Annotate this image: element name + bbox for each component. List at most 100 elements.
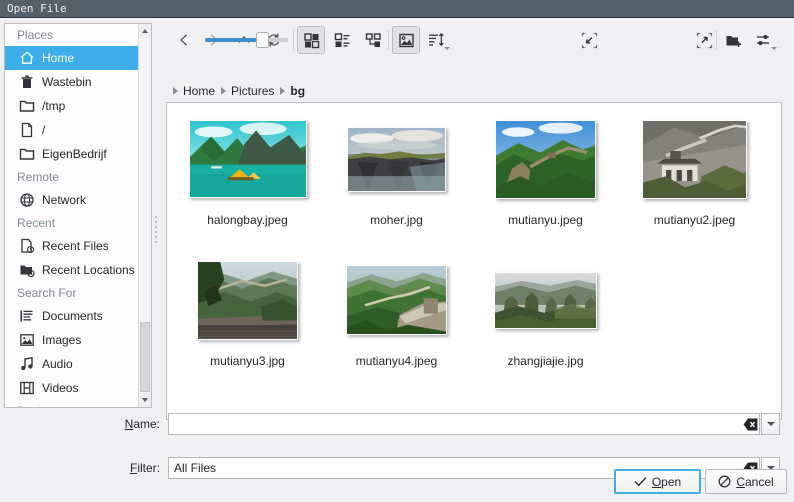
file-thumbnail (197, 260, 298, 340)
file-item[interactable]: mutianyu2.jpeg (620, 111, 769, 252)
panel-splitter-handle[interactable] (154, 213, 158, 247)
sidebar-group-label: Devices (5, 400, 139, 407)
new-folder-icon (726, 35, 742, 47)
file-thumbnail-wrap (642, 111, 747, 207)
dialog-body: Places Home Wastebin/tmp / EigenBedrijf Remot… (0, 18, 794, 502)
options-icon (757, 34, 769, 45)
file-item[interactable]: mutianyu3.jpg (173, 252, 322, 393)
video-icon (19, 380, 35, 396)
sidebar-item-[interactable]: / (5, 118, 139, 142)
file-thumbnail-wrap (346, 252, 447, 348)
trash-icon (19, 74, 35, 90)
title-bar: Open File (0, 0, 794, 18)
file-thumbnail (347, 126, 446, 192)
file-thumbnail (494, 271, 597, 329)
file-item[interactable]: moher.jpg (322, 111, 471, 252)
sidebar-group-label: Recent (17, 216, 56, 230)
name-label-row: Name: (100, 413, 160, 435)
file-browser-view[interactable]: halongbay.jpeg moher.jpg mutianyu.jpeg m… (166, 102, 782, 420)
scrollbar-thumb[interactable] (140, 322, 150, 392)
icons-view-button[interactable] (297, 26, 325, 54)
sidebar-item-network[interactable]: Network (5, 188, 139, 212)
sidebar-item-documents[interactable]: Documents (5, 304, 139, 328)
zoom-slider[interactable] (205, 32, 288, 48)
preview-button[interactable] (392, 26, 420, 54)
sidebar-item-label: Wastebin (42, 75, 92, 89)
filter-label-row: Filter: (100, 457, 160, 479)
zoom-out-button[interactable] (575, 26, 603, 54)
breadcrumb-item-pictures[interactable]: Pictures (230, 84, 275, 98)
check-icon (634, 476, 647, 487)
folder-icon (19, 98, 35, 114)
sidebar-item-label: Recent Files (42, 239, 109, 253)
file-name-label: moher.jpg (370, 213, 423, 227)
file-thumbnail (642, 119, 747, 199)
sidebar-item-recent-files[interactable]: Recent Files (5, 234, 139, 258)
breadcrumb-item-bg[interactable]: bg (289, 84, 306, 98)
sidebar-item-label: Recent Locations (42, 263, 135, 277)
audio-icon (19, 356, 35, 372)
sidebar-item-recent-locations[interactable]: Recent Locations (5, 258, 139, 282)
file-name-label: zhangjiajie.jpg (507, 354, 584, 368)
scroll-up-arrow-icon[interactable] (139, 24, 151, 38)
clear-icon (743, 418, 757, 430)
compact-view-button[interactable] (328, 26, 356, 54)
sort-dropdown-arrow-icon[interactable] (444, 47, 450, 50)
sidebar-item-label: Documents (42, 309, 103, 323)
sidebar-item-audio[interactable]: Audio (5, 352, 139, 376)
file-thumbnail (495, 119, 596, 199)
name-input[interactable] (168, 413, 760, 435)
file-thumbnail-wrap (494, 252, 597, 348)
sidebar-group-label: Places (17, 28, 54, 42)
scroll-down-arrow-icon[interactable] (139, 393, 151, 407)
file-thumbnail-wrap (347, 111, 446, 207)
name-clear-button[interactable] (741, 414, 759, 434)
zoom-out-icon (581, 32, 597, 48)
sidebar-scrollbar[interactable] (138, 24, 151, 407)
file-thumbnail-wrap (197, 252, 298, 348)
zoom-slider-handle[interactable] (256, 32, 269, 48)
filter-label: Filter: (129, 461, 160, 475)
sidebar-item-label: /tmp (42, 99, 66, 113)
file-grid: halongbay.jpeg moher.jpg mutianyu.jpeg m… (167, 103, 781, 393)
document-icon (19, 308, 35, 324)
sidebar-item-label: Audio (42, 357, 73, 371)
open-button[interactable]: Open (614, 469, 701, 494)
zoom-slider-filled-track (205, 38, 261, 42)
file-item[interactable]: zhangjiajie.jpg (471, 252, 620, 393)
sidebar-item-home[interactable]: Home (5, 46, 139, 70)
image-preview-icon (398, 33, 414, 47)
chevron-left-icon (180, 34, 187, 46)
file-name-label: mutianyu3.jpg (210, 354, 285, 368)
detailed-view-button[interactable] (359, 26, 387, 54)
file-thumbnail-wrap (188, 111, 307, 207)
file-item[interactable]: halongbay.jpeg (173, 111, 322, 252)
folder-icon (19, 146, 35, 162)
file-item[interactable]: mutianyu.jpeg (471, 111, 620, 252)
sidebar-item-eigenbedrijf[interactable]: EigenBedrijf (5, 142, 139, 166)
sidebar-item-label: Network (42, 193, 87, 207)
sidebar-item-videos[interactable]: Videos (5, 376, 139, 400)
file-item[interactable]: mutianyu4.jpeg (322, 252, 471, 393)
cancel-button-label: Cancel (736, 474, 774, 489)
file-thumbnail (346, 265, 447, 335)
cancel-icon (718, 475, 731, 488)
sidebar-item-label: EigenBedrijf (42, 147, 107, 161)
file-name-label: mutianyu4.jpeg (355, 354, 438, 368)
recent-folder-icon (19, 262, 35, 278)
zoom-in-button[interactable] (690, 26, 718, 54)
new-folder-button[interactable] (720, 26, 748, 54)
window-title: Open File (7, 2, 67, 15)
cancel-button[interactable]: Cancel (705, 469, 787, 494)
sidebar-item-label: Videos (42, 381, 79, 395)
back-button[interactable] (170, 26, 198, 54)
name-dropdown-button[interactable] (761, 413, 780, 435)
options-dropdown-arrow-icon[interactable] (771, 47, 777, 50)
breadcrumb[interactable]: Home Pictures bg (168, 81, 306, 101)
sidebar-item-tmp[interactable]: /tmp (5, 94, 139, 118)
sidebar-item-label: / (42, 123, 46, 137)
breadcrumb-separator-icon (275, 87, 289, 95)
sidebar-item-wastebin[interactable]: Wastebin (5, 70, 139, 94)
sidebar-item-images[interactable]: Images (5, 328, 139, 352)
breadcrumb-item-home[interactable]: Home (182, 84, 216, 98)
